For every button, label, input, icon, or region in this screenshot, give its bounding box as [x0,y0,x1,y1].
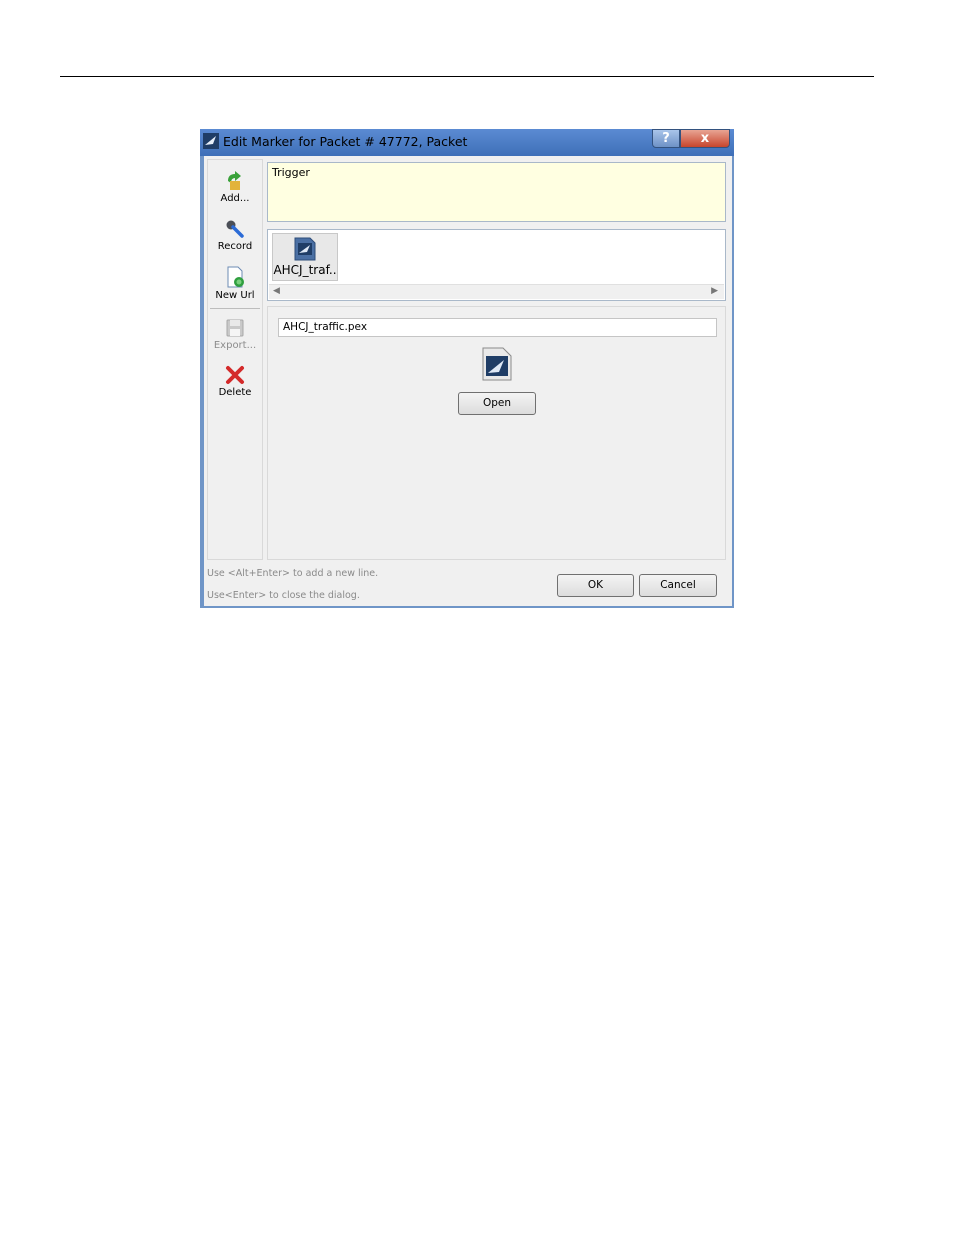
help-button[interactable]: ? [652,129,680,148]
dialog-body: Add... Record New Url Export... Delete T… [204,156,732,606]
delete-x-icon [226,366,244,384]
horizontal-scrollbar[interactable]: ◀ ▶ [269,284,724,299]
edit-marker-dialog: Edit Marker for Packet # 47772, Packet ?… [200,129,734,608]
ok-button[interactable]: OK [557,574,634,597]
hint-close-dialog: Use<Enter> to close the dialog. [207,590,360,601]
page-header-rule [60,76,874,77]
marker-note-input[interactable]: Trigger [267,162,726,222]
filename-field[interactable]: AHCJ_traffic.pex [278,318,717,337]
attachment-list[interactable]: AHCJ_traf.. ◀ ▶ [267,229,726,301]
microphone-icon [226,220,244,238]
hint-new-line: Use <Alt+Enter> to add a new line. [207,568,379,579]
new-url-icon [227,266,244,288]
attachment-item[interactable]: AHCJ_traf.. [272,233,338,281]
toolbar-divider [210,308,260,309]
cancel-button[interactable]: Cancel [639,574,717,597]
add-icon [228,171,241,190]
title-bar[interactable]: Edit Marker for Packet # 47772, Packet ?… [200,129,734,156]
vertical-toolbar: Add... Record New Url Export... Delete [207,159,263,560]
new-url-button[interactable]: New Url [208,266,262,301]
record-label: Record [217,241,253,252]
scroll-right-icon[interactable]: ▶ [711,286,718,296]
attachment-detail-panel: AHCJ_traffic.pex Open [267,306,726,560]
open-button[interactable]: Open [458,392,536,415]
new-url-label: New Url [215,290,255,301]
add-button[interactable]: Add... [208,171,262,204]
add-label: Add... [220,193,250,204]
pex-file-icon [294,237,316,261]
close-button[interactable]: x [680,129,730,148]
delete-label: Delete [218,387,252,398]
delete-button[interactable]: Delete [208,365,262,398]
record-button[interactable]: Record [208,219,262,252]
export-label: Export... [213,340,257,351]
pex-file-large-icon [482,347,512,381]
dialog-title: Edit Marker for Packet # 47772, Packet [223,134,468,149]
attachment-label: AHCJ_traf.. [273,263,337,277]
app-icon [203,133,219,149]
export-button[interactable]: Export... [208,318,262,351]
save-disk-icon [226,319,244,337]
scroll-left-icon[interactable]: ◀ [273,286,280,296]
